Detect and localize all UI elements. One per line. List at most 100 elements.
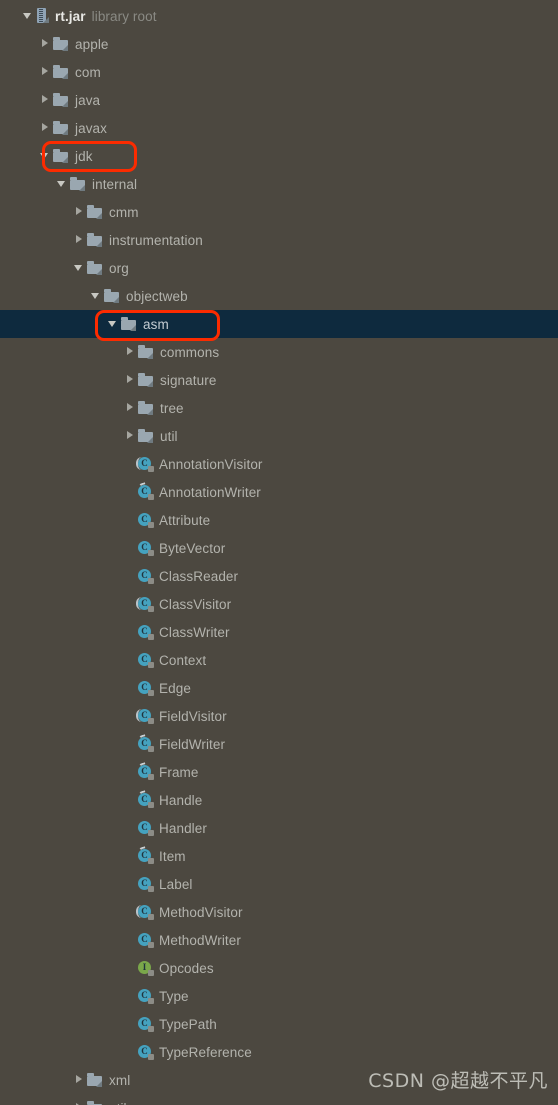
chevron-right-icon[interactable] [39, 86, 53, 114]
tree-row-classreader[interactable]: C ClassReader [0, 562, 558, 590]
tree-row-typereference[interactable]: C TypeReference [0, 1038, 558, 1066]
tree-row-com[interactable]: com [0, 58, 558, 86]
chevron-right-icon[interactable] [73, 198, 87, 226]
class-icon: C [138, 762, 154, 780]
tree-row-label: Handler [159, 820, 207, 836]
tree-row-classvisitor[interactable]: C ClassVisitor [0, 590, 558, 618]
tree-row-label: Handle [159, 792, 203, 808]
chevron-right-icon[interactable] [124, 338, 138, 366]
tree-row-label: Attribute [159, 512, 211, 528]
class-icon: C [138, 846, 154, 864]
twisty-placeholder [124, 842, 138, 870]
folder-icon [53, 65, 70, 79]
class-icon: C [136, 904, 154, 920]
tree-row-label: asm [143, 316, 169, 332]
tree-row-label: com [75, 64, 101, 80]
class-icon: C [138, 482, 154, 500]
tree-row-util[interactable]: util [0, 1094, 558, 1105]
tree-row-attribute[interactable]: C Attribute [0, 506, 558, 534]
chevron-right-icon[interactable] [39, 58, 53, 86]
tree-row-label: MethodWriter [159, 932, 241, 948]
tree-row-classwriter[interactable]: C ClassWriter [0, 618, 558, 646]
tree-row-cmm[interactable]: cmm [0, 198, 558, 226]
tree-row-commons[interactable]: commons [0, 338, 558, 366]
class-icon: C [136, 456, 154, 472]
tree-row-fieldwriter[interactable]: C FieldWriter [0, 730, 558, 758]
chevron-right-icon[interactable] [124, 422, 138, 450]
tree-row-label: instrumentation [109, 232, 203, 248]
tree-row-label: AnnotationVisitor [159, 456, 263, 472]
twisty-placeholder [124, 954, 138, 982]
csdn-watermark: CSDN @超越不平凡 [368, 1070, 548, 1092]
chevron-right-icon[interactable] [73, 1094, 87, 1105]
tree-row-label: util [109, 1101, 127, 1105]
twisty-placeholder [124, 562, 138, 590]
tree-row-methodwriter[interactable]: C MethodWriter [0, 926, 558, 954]
tree-row-label: objectweb [126, 288, 188, 304]
twisty-placeholder [124, 814, 138, 842]
chevron-down-icon[interactable] [56, 170, 70, 198]
tree-row-annotationwriter[interactable]: C AnnotationWriter [0, 478, 558, 506]
tree-row-bytevector[interactable]: C ByteVector [0, 534, 558, 562]
tree-row-context[interactable]: C Context [0, 646, 558, 674]
twisty-placeholder [124, 534, 138, 562]
tree-row-label[interactable]: C Label [0, 870, 558, 898]
tree-row-methodvisitor[interactable]: C MethodVisitor [0, 898, 558, 926]
chevron-down-icon[interactable] [22, 2, 36, 30]
tree-row-jdk[interactable]: jdk [0, 142, 558, 170]
tree-row-handler[interactable]: C Handler [0, 814, 558, 842]
twisty-placeholder [124, 786, 138, 814]
chevron-right-icon[interactable] [124, 366, 138, 394]
chevron-right-icon[interactable] [39, 114, 53, 142]
chevron-right-icon[interactable] [73, 226, 87, 254]
tree-row-asm[interactable]: asm [0, 310, 558, 338]
folder-icon [138, 429, 155, 443]
tree-row-opcodes[interactable]: I Opcodes [0, 954, 558, 982]
tree-row-label: javax [75, 120, 108, 136]
twisty-placeholder [124, 758, 138, 786]
chevron-right-icon[interactable] [124, 394, 138, 422]
class-icon: C [138, 790, 154, 808]
chevron-right-icon[interactable] [73, 1066, 87, 1094]
tree-row-fieldvisitor[interactable]: C FieldVisitor [0, 702, 558, 730]
class-icon: C [138, 932, 154, 948]
project-tree-panel[interactable]: rt.jar library root apple com java javax jdk in… [0, 0, 558, 1105]
tree-row-instrumentation[interactable]: instrumentation [0, 226, 558, 254]
tree-row-edge[interactable]: C Edge [0, 674, 558, 702]
tree-row-signature[interactable]: signature [0, 366, 558, 394]
tree-row-apple[interactable]: apple [0, 30, 558, 58]
folder-icon [53, 121, 70, 135]
tree-row-label: apple [75, 36, 109, 52]
folder-icon [104, 289, 121, 303]
tree-row-annotationvisitor[interactable]: C AnnotationVisitor [0, 450, 558, 478]
tree-row-rt-jar[interactable]: rt.jar library root [0, 2, 558, 30]
tree-row-frame[interactable]: C Frame [0, 758, 558, 786]
chevron-down-icon[interactable] [39, 142, 53, 170]
tree-row-label: Context [159, 652, 207, 668]
tree-row-type[interactable]: C Type [0, 982, 558, 1010]
tree-row-internal[interactable]: internal [0, 170, 558, 198]
tree-row-java[interactable]: java [0, 86, 558, 114]
tree-row-label: org [109, 260, 129, 276]
chevron-down-icon[interactable] [90, 282, 104, 310]
tree-row-handle[interactable]: C Handle [0, 786, 558, 814]
tree-row-typepath[interactable]: C TypePath [0, 1010, 558, 1038]
class-icon: C [138, 652, 154, 668]
chevron-down-icon[interactable] [107, 310, 121, 338]
tree-row-org[interactable]: org [0, 254, 558, 282]
tree-row-label: FieldVisitor [159, 708, 227, 724]
class-icon: C [138, 820, 154, 836]
twisty-placeholder [124, 926, 138, 954]
tree-row-item[interactable]: C Item [0, 842, 558, 870]
twisty-placeholder [124, 870, 138, 898]
class-icon: C [136, 708, 154, 724]
twisty-placeholder [124, 982, 138, 1010]
tree-row-javax[interactable]: javax [0, 114, 558, 142]
tree-row-label: util [160, 428, 178, 444]
chevron-down-icon[interactable] [73, 254, 87, 282]
tree-row-util[interactable]: util [0, 422, 558, 450]
class-icon: C [138, 568, 154, 584]
tree-row-tree[interactable]: tree [0, 394, 558, 422]
tree-row-objectweb[interactable]: objectweb [0, 282, 558, 310]
chevron-right-icon[interactable] [39, 30, 53, 58]
